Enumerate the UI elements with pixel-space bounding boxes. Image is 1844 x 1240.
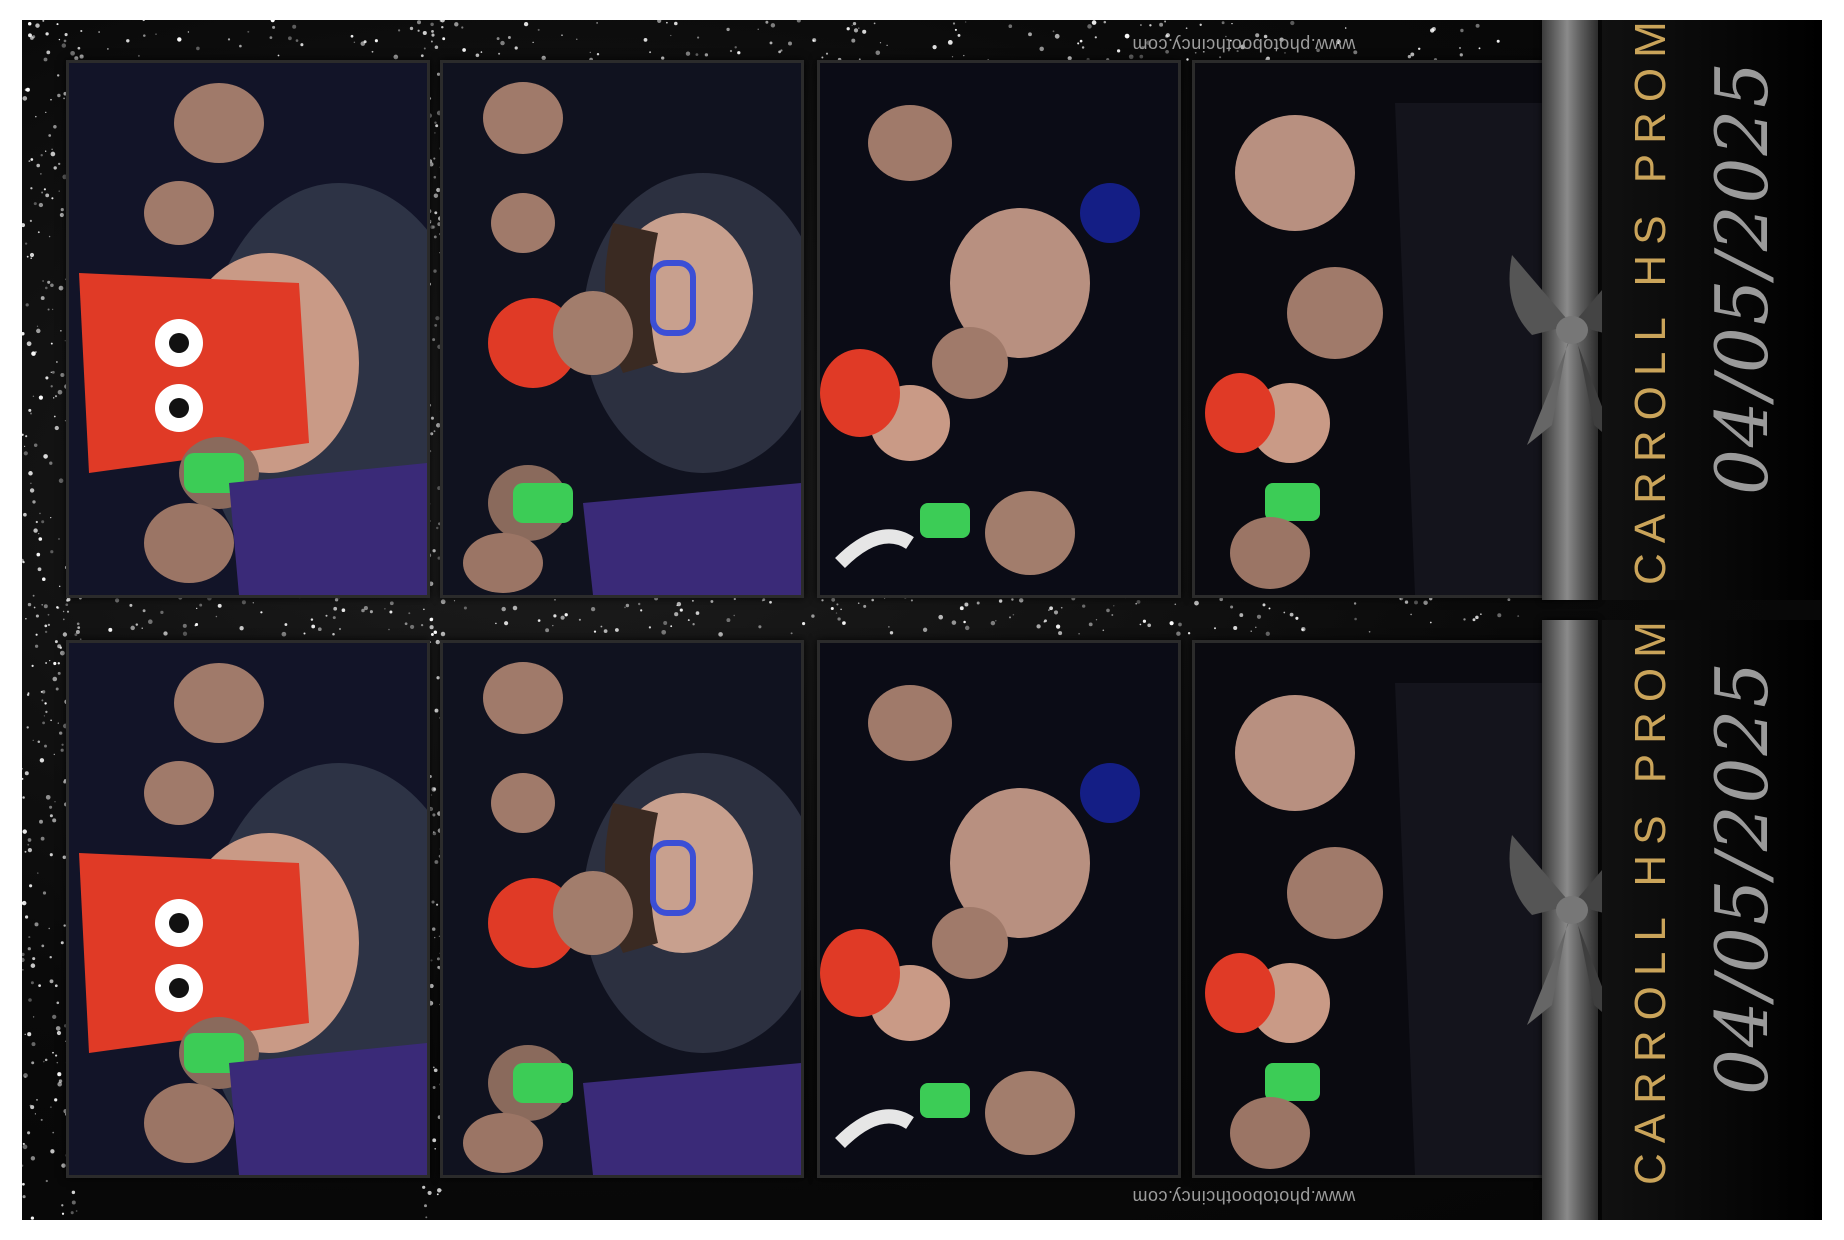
booth-photo (440, 60, 804, 598)
website-text: www.photoboothcincy.com (1132, 1187, 1356, 1207)
website-text: www.photoboothcincy.com (1132, 35, 1356, 55)
booth-photo (66, 640, 430, 1178)
event-panel-top: CARROLL HS PROM 04/05/2025 (1602, 20, 1822, 600)
booth-photo (440, 640, 804, 1178)
event-date: 04/05/2025 (1700, 60, 1784, 495)
event-title: CARROLL HS PROM (1626, 611, 1675, 1185)
booth-photo (817, 640, 1181, 1178)
booth-photo (66, 60, 430, 598)
event-panel-bottom: CARROLL HS PROM 04/05/2025 (1602, 611, 1822, 1220)
event-title: CARROLL HS PROM (1626, 20, 1675, 585)
event-date: 04/05/2025 (1700, 660, 1784, 1095)
photo-booth-sheet: www.photoboothcincy.com www.photoboothci… (22, 20, 1822, 1220)
booth-photo (817, 60, 1181, 598)
